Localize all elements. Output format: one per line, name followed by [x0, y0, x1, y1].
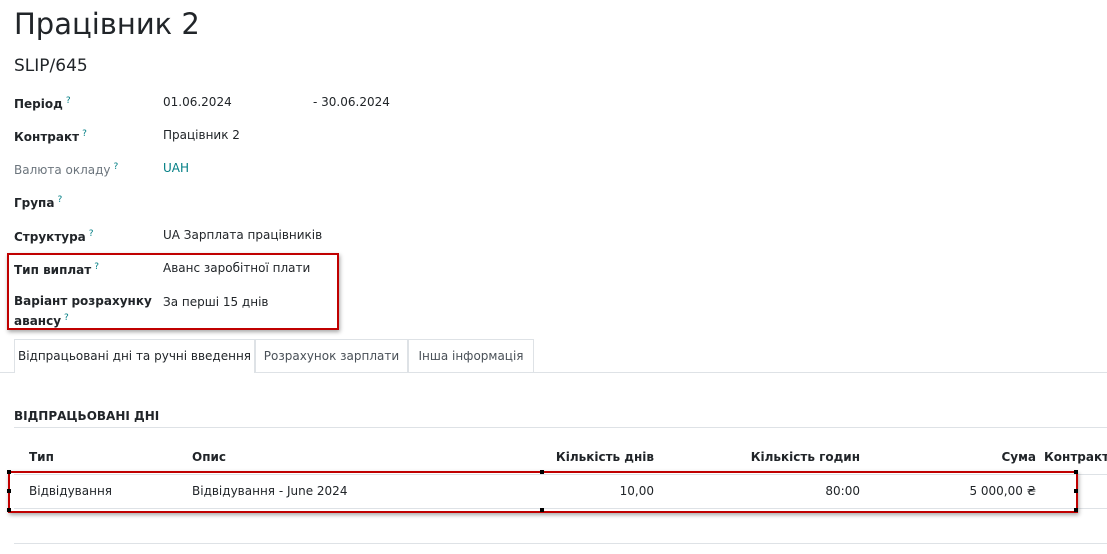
currency-label: Валюта окладу? — [14, 162, 119, 177]
section-divider — [14, 427, 1107, 428]
group-label: Група? — [14, 195, 63, 210]
highlight-box-fields — [7, 253, 339, 330]
structure-label: Структура? — [14, 229, 94, 244]
selection-handle — [540, 508, 544, 512]
tab-other-info[interactable]: Інша інформація — [408, 339, 534, 372]
selection-handle — [540, 470, 544, 474]
contract-field[interactable]: Працівник 2 — [163, 127, 240, 144]
selection-handle — [1074, 470, 1078, 474]
column-header-description[interactable]: Опис — [192, 450, 226, 464]
structure-field[interactable]: UA Зарплата працівників — [163, 227, 322, 244]
selection-handle — [1074, 508, 1078, 512]
column-header-days[interactable]: Кількість днів — [520, 450, 654, 464]
selection-handle — [7, 470, 11, 474]
help-icon[interactable]: ? — [114, 162, 119, 172]
selection-handle — [1074, 489, 1078, 493]
currency-link[interactable]: UAH — [163, 160, 189, 177]
table-bottom-divider — [14, 543, 1107, 544]
selection-handle — [7, 489, 11, 493]
period-from-field[interactable]: 01.06.2024 — [163, 94, 232, 111]
column-header-contract[interactable]: Контракт — [1044, 450, 1107, 464]
column-header-hours[interactable]: Кількість годин — [720, 450, 860, 464]
section-title: ВІДПРАЦЬОВАНІ ДНІ — [14, 409, 160, 423]
selection-handle — [7, 508, 11, 512]
period-label: Період? — [14, 96, 71, 111]
highlight-box-row — [8, 471, 1078, 513]
contract-label: Контракт? — [14, 129, 87, 144]
record-reference: SLIP/645 — [14, 56, 88, 76]
help-icon[interactable]: ? — [82, 129, 87, 139]
column-header-type[interactable]: Тип — [29, 450, 54, 464]
column-header-amount[interactable]: Сума — [950, 450, 1036, 464]
help-icon[interactable]: ? — [66, 96, 71, 106]
period-to-field[interactable]: - 30.06.2024 — [313, 94, 390, 111]
help-icon[interactable]: ? — [89, 229, 94, 239]
tab-salary-computation[interactable]: Розрахунок зарплати — [255, 339, 408, 372]
record-title: Працівник 2 — [14, 7, 200, 41]
help-icon[interactable]: ? — [57, 195, 62, 205]
tab-worked-days[interactable]: Відпрацьовані дні та ручні введення — [14, 339, 255, 373]
